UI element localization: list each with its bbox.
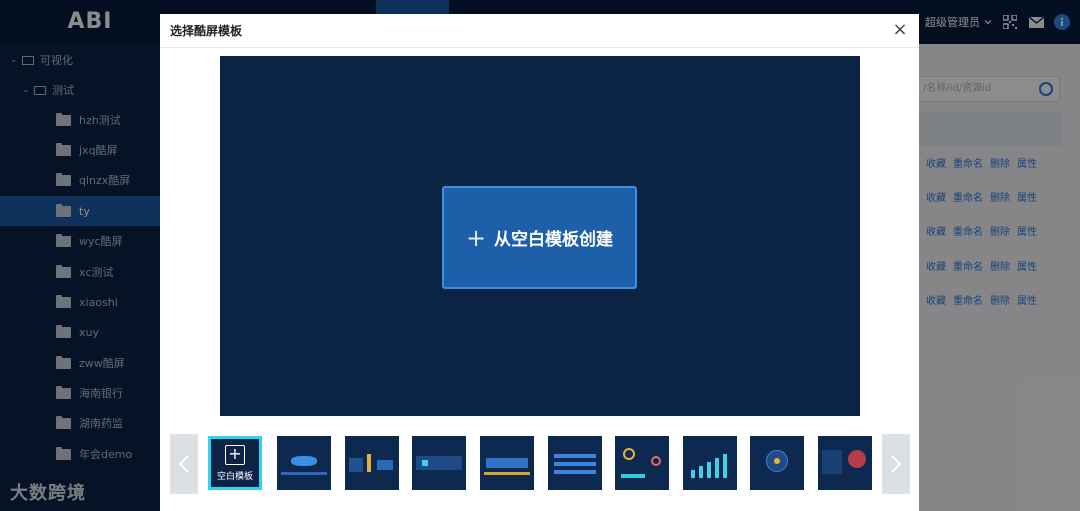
template-thumb[interactable] xyxy=(277,436,331,490)
template-thumb[interactable] xyxy=(412,436,466,490)
create-from-blank-button[interactable]: + 从空白模板创建 xyxy=(442,186,637,289)
blank-template-label: 空白模板 xyxy=(216,471,253,482)
template-picker-modal: 选择酷屏模板 × + 从空白模板创建 + 空白模板 xyxy=(160,14,919,511)
carousel-prev-button[interactable] xyxy=(170,434,198,494)
template-thumb[interactable] xyxy=(345,436,399,490)
modal-header: 选择酷屏模板 × xyxy=(160,14,919,48)
template-thumb-blank[interactable]: + 空白模板 xyxy=(208,436,262,490)
template-thumb[interactable] xyxy=(750,436,804,490)
carousel-next-button[interactable] xyxy=(882,434,910,494)
template-thumb[interactable] xyxy=(683,436,737,490)
template-preview: + 从空白模板创建 xyxy=(220,56,860,416)
template-thumb[interactable] xyxy=(615,436,669,490)
create-from-blank-label: 从空白模板创建 xyxy=(494,230,614,250)
template-thumb[interactable] xyxy=(480,436,534,490)
template-carousel: + 空白模板 xyxy=(170,434,911,494)
template-thumb[interactable] xyxy=(548,436,602,490)
plus-icon: + xyxy=(465,223,487,252)
plus-icon: + xyxy=(225,444,245,465)
template-thumb[interactable] xyxy=(818,436,872,490)
close-icon[interactable]: × xyxy=(891,21,909,39)
modal-title: 选择酷屏模板 xyxy=(170,24,243,38)
